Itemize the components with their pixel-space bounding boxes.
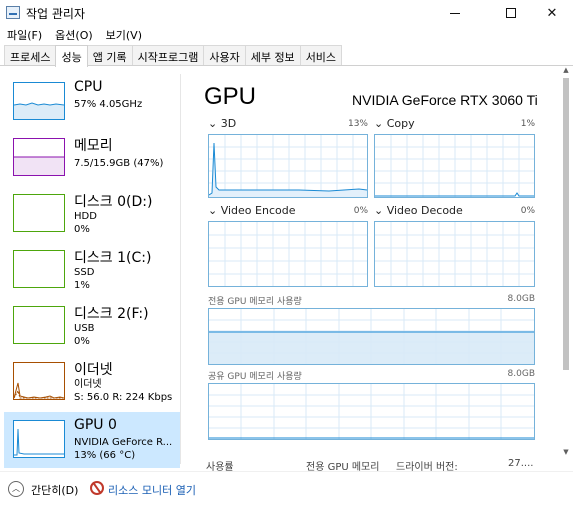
sidebar-item-usage: 1% — [74, 280, 90, 291]
driver-version-label: 드라이버 버전: — [396, 462, 458, 471]
resource-sidebar: CPU 57% 4.05GHz 메모리 7.5/15.9GB (47%) 디스크… — [4, 74, 181, 468]
tab-processes[interactable]: 프로세스 — [4, 45, 57, 66]
sidebar-item-type: USB — [74, 323, 95, 334]
engine-label: 3D — [220, 117, 237, 130]
close-button[interactable]: ✕ — [531, 0, 573, 26]
memory-thumbnail-graph — [13, 138, 65, 176]
sidebar-item-detail: 57% 4.05GHz — [74, 99, 143, 110]
shared-memory-max: 8.0GB — [507, 369, 535, 379]
sidebar-item-adapter: 이더넷 — [74, 379, 102, 390]
tab-startup[interactable]: 시작프로그램 — [131, 45, 205, 66]
sidebar-item-model: NVIDIA GeForce R... — [74, 437, 173, 448]
sidebar-item-ethernet[interactable]: 이더넷 이더넷 S: 56.0 R: 224 Kbps — [4, 354, 180, 410]
sidebar-item-disk-0[interactable]: 디스크 0(D:) HDD 0% — [4, 186, 180, 242]
engine-label: Copy — [386, 117, 415, 130]
chevron-down-icon: ⌄ — [374, 204, 384, 217]
tab-users[interactable]: 사용자 — [203, 45, 246, 66]
chevron-up-icon[interactable]: ▲ — [562, 66, 570, 74]
maximize-button[interactable] — [488, 0, 534, 26]
engine-label: Video Decode — [386, 204, 463, 217]
sidebar-item-memory[interactable]: 메모리 7.5/15.9GB (47%) — [4, 130, 180, 186]
scrollbar-thumb[interactable] — [563, 78, 569, 370]
disk-thumbnail-graph — [13, 194, 65, 232]
gpu-video-encode-graph — [208, 221, 368, 287]
engine-selector-copy[interactable]: ⌄ Copy — [374, 117, 415, 130]
tab-services[interactable]: 서비스 — [299, 45, 343, 66]
shared-memory-graph — [208, 383, 535, 440]
sidebar-item-disk-1[interactable]: 디스크 1(C:) SSD 1% — [4, 242, 180, 298]
gpu-copy-graph — [374, 134, 535, 198]
engine-selector-video-encode[interactable]: ⌄ Video Encode — [208, 204, 295, 217]
menu-options[interactable]: 옵션(O) — [48, 26, 98, 44]
sidebar-item-name: 이더넷 — [74, 362, 113, 378]
open-resource-monitor-link[interactable]: 리소스 모니터 열기 — [108, 482, 196, 498]
resource-monitor-icon — [90, 481, 104, 495]
sidebar-item-name: 디스크 0(D:) — [74, 194, 153, 210]
sidebar-item-disk-2[interactable]: 디스크 2(F:) USB 0% — [4, 298, 180, 354]
performance-view: CPU 57% 4.05GHz 메모리 7.5/15.9GB (47%) 디스크… — [0, 66, 573, 471]
sidebar-item-name: 메모리 — [74, 138, 113, 154]
sidebar-item-detail: 7.5/15.9GB (47%) — [74, 158, 164, 169]
sidebar-item-name: 디스크 2(F:) — [74, 306, 149, 322]
sidebar-item-usage: 13% (66 °C) — [74, 450, 136, 461]
engine-percent: 1% — [520, 119, 535, 129]
tab-app-history[interactable]: 앱 기록 — [86, 45, 133, 66]
sidebar-item-name: CPU — [74, 79, 103, 95]
status-bar: ︿ 간단히(D) 리소스 모니터 열기 — [0, 471, 573, 509]
fewer-details-link[interactable]: 간단히(D) — [31, 482, 78, 498]
menu-bar: 파일(F) 옵션(O) 보기(V) — [0, 26, 573, 44]
sidebar-item-type: HDD — [74, 211, 97, 222]
engine-selector-video-decode[interactable]: ⌄ Video Decode — [374, 204, 463, 217]
sidebar-item-usage: 0% — [74, 336, 90, 347]
menu-file[interactable]: 파일(F) — [0, 26, 48, 44]
sidebar-item-type: SSD — [74, 267, 95, 278]
gpu-model-name: NVIDIA GeForce RTX 3060 Ti — [352, 92, 538, 108]
page-title: GPU — [204, 83, 257, 110]
engine-percent: 0% — [520, 206, 535, 216]
sidebar-item-name: 디스크 1(C:) — [74, 250, 152, 266]
dedicated-memory-max: 8.0GB — [507, 294, 535, 304]
shared-memory-label: 공유 GPU 메모리 사용량 — [208, 372, 302, 382]
dedicated-memory-label: 전용 GPU 메모리 사용량 — [208, 297, 302, 307]
menu-view[interactable]: 보기(V) — [99, 26, 148, 44]
vertical-scrollbar[interactable]: ▲ ▼ — [561, 66, 571, 458]
usage-label: 사용률 — [206, 462, 234, 471]
chevron-up-icon[interactable]: ︿ — [8, 481, 24, 497]
task-manager-icon — [6, 6, 20, 19]
gpu-detail-panel: GPU NVIDIA GeForce RTX 3060 Ti ⌄ 3D 13% … — [182, 66, 560, 471]
title-bar: 작업 관리자 ✕ — [0, 0, 573, 26]
gpu-3d-graph — [208, 134, 368, 198]
dedicated-memory-graph — [208, 308, 535, 365]
disk-thumbnail-graph — [13, 306, 65, 344]
tab-performance[interactable]: 성능 — [55, 45, 88, 67]
engine-selector-3d[interactable]: ⌄ 3D — [208, 117, 236, 130]
dedicated-memory-stat-label: 전용 GPU 메모리 — [306, 462, 380, 471]
tab-strip: 프로세스 성능 앱 기록 시작프로그램 사용자 세부 정보 서비스 — [4, 45, 343, 67]
chevron-down-icon[interactable]: ▼ — [562, 448, 570, 456]
engine-label: Video Encode — [220, 204, 296, 217]
chevron-down-icon: ⌄ — [208, 117, 218, 130]
driver-version-value: 27.... — [508, 458, 534, 469]
minimize-button[interactable] — [432, 0, 478, 26]
sidebar-item-name: GPU 0 — [74, 417, 117, 433]
gpu-thumbnail-graph — [13, 420, 65, 458]
window-title: 작업 관리자 — [26, 7, 86, 21]
sidebar-item-cpu[interactable]: CPU 57% 4.05GHz — [4, 74, 180, 130]
engine-percent: 13% — [347, 119, 368, 129]
chevron-down-icon: ⌄ — [374, 117, 384, 130]
sidebar-item-gpu-0[interactable]: GPU 0 NVIDIA GeForce R... 13% (66 °C) — [4, 412, 180, 468]
disk-thumbnail-graph — [13, 250, 65, 288]
engine-percent: 0% — [353, 206, 368, 216]
cpu-thumbnail-graph — [13, 82, 65, 120]
gpu-video-decode-graph — [374, 221, 535, 287]
sidebar-item-throughput: S: 56.0 R: 224 Kbps — [74, 392, 173, 403]
ethernet-thumbnail-graph — [13, 362, 65, 400]
sidebar-item-usage: 0% — [74, 224, 90, 235]
tab-details[interactable]: 세부 정보 — [244, 45, 301, 66]
chevron-down-icon: ⌄ — [208, 204, 218, 217]
